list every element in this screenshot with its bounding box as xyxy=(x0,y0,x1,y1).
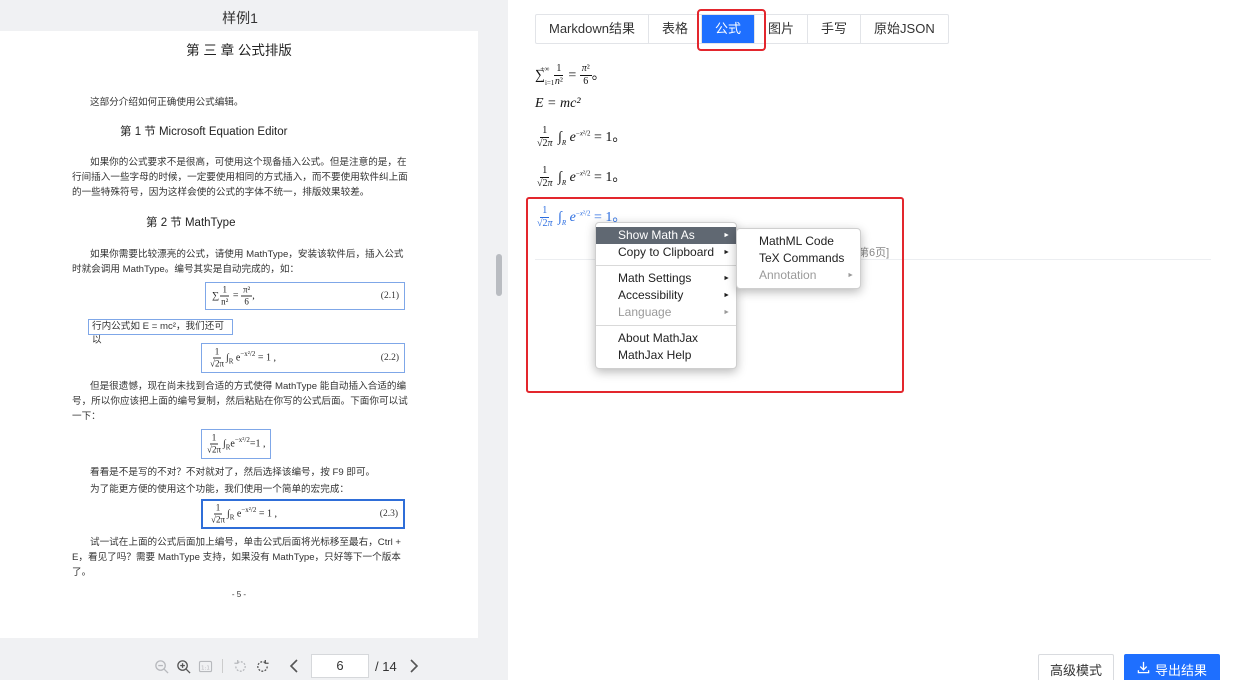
menu-item-accessibility[interactable]: Accessibility ► xyxy=(596,287,736,304)
submenu-arrow-icon: ► xyxy=(723,275,730,282)
equation-number: (2.2) xyxy=(380,353,399,363)
submenu-arrow-icon: ► xyxy=(723,249,730,256)
document-title: 样例1 xyxy=(222,10,258,26)
actual-size-icon[interactable]: 1:1 xyxy=(194,655,216,677)
page-sheet: 第 三 章 公式排版 这部分介绍如何正确使用公式编辑。 第 1 节 Micros… xyxy=(0,31,478,638)
menu-item-language[interactable]: Language ► xyxy=(596,304,736,321)
formula-3-end: = 1。 xyxy=(593,130,627,145)
submenu-arrow-icon: ► xyxy=(723,309,730,316)
menu-item-label: Language xyxy=(618,305,672,319)
menu-item-math-settings[interactable]: Math Settings ► xyxy=(596,270,736,287)
tab-raw-json[interactable]: 原始JSON xyxy=(861,15,948,43)
paragraph-4b: 为了能更方便的使用这个功能，我们使用一个简单的宏完成： xyxy=(90,484,350,495)
equation-2-3: 1 √2π ∫R e−x²/2 = 1 , xyxy=(211,502,277,525)
rotate-right-icon[interactable] xyxy=(251,655,273,677)
menu-item-label: About MathJax xyxy=(618,331,699,345)
rotate-left-icon[interactable] xyxy=(229,655,251,677)
menu-separator xyxy=(596,265,736,266)
chapter-title: 第 三 章 公式排版 xyxy=(186,43,292,58)
formula-4[interactable]: 1 √2π ∫R e−x²/2 = 1。 xyxy=(535,166,626,189)
tab-formula[interactable]: 公式 xyxy=(701,15,755,43)
formula-1[interactable]: ∑i=1+∞ 1 n² = π² 6。 xyxy=(535,64,606,87)
next-page-icon[interactable] xyxy=(403,655,425,677)
submenu-arrow-icon: ► xyxy=(723,232,730,239)
svg-text:1:1: 1:1 xyxy=(201,665,210,671)
show-math-as-submenu: MathML Code TeX Commands Annotation ► xyxy=(736,228,861,289)
submenu-item-label: MathML Code xyxy=(759,234,834,248)
equation-number: (2.1) xyxy=(380,291,399,301)
page-total: / 14 xyxy=(375,658,397,674)
zoom-out-icon[interactable] xyxy=(150,655,172,677)
section2-title: 第 2 节 MathType xyxy=(146,217,236,229)
formula-2[interactable]: E = mc² xyxy=(535,96,581,112)
intro-text: 这部分介绍如何正确使用公式编辑。 xyxy=(90,97,244,108)
paragraph-2: 如果你需要比较漂亮的公式，请使用 MathType，安装该软件后，插入公式时就会… xyxy=(72,249,404,275)
tab-image[interactable]: 图片 xyxy=(755,15,809,43)
equation-number: (2.3) xyxy=(379,509,398,519)
paragraph-4a: 看看是不是写的不对？不对就对了，然后选择该编号，按 F9 即可。 xyxy=(90,467,376,478)
equation-2-1: ∑ 1 n² = π² 6, xyxy=(212,284,255,307)
advanced-mode-button[interactable]: 高级模式 xyxy=(1038,654,1114,680)
toolbar-divider xyxy=(222,659,223,673)
menu-item-mathjax-help[interactable]: MathJax Help xyxy=(596,347,736,364)
export-results-button[interactable]: 导出结果 xyxy=(1124,654,1220,680)
export-label: 导出结果 xyxy=(1154,662,1207,678)
submenu-arrow-icon: ► xyxy=(723,292,730,299)
formula-3[interactable]: 1 √2π ∫R e−x²/2 = 1。 xyxy=(535,126,626,149)
paragraph-5: 试一试在上面的公式后面加上编号，单击公式后面将光标移至最右，Ctrl + E，看… xyxy=(72,537,401,578)
page-footer: - 5 - xyxy=(231,590,247,599)
section1-title: 第 1 节 Microsoft Equation Editor xyxy=(120,126,288,138)
prev-page-icon[interactable] xyxy=(283,655,305,677)
formula-4-end: = 1。 xyxy=(593,170,627,185)
menu-item-about-mathjax[interactable]: About MathJax xyxy=(596,330,736,347)
paragraph-1: 如果你的公式要求不是很高，可使用这个现备插入公式。但是注意的是，在行间插入一些字… xyxy=(72,157,408,198)
equation-box-2-1[interactable]: ∑ 1 n² = π² 6, (2.1) xyxy=(205,282,405,310)
equation-unnumbered: 1 √2π ∫Re−x²/2=1 , xyxy=(207,432,266,455)
equation-box-unnumbered[interactable]: 1 √2π ∫Re−x²/2=1 , xyxy=(201,429,271,459)
page-reference: 第6页] xyxy=(858,247,890,259)
tab-markdown[interactable]: Markdown结果 xyxy=(536,15,649,43)
formula-1-end: 。 xyxy=(591,68,606,83)
menu-item-show-math-as[interactable]: Show Math As ► xyxy=(596,227,736,244)
submenu-item-label: TeX Commands xyxy=(759,251,845,265)
scrollbar-thumb[interactable] xyxy=(496,254,502,296)
mathjax-context-menu: Show Math As ► Copy to Clipboard ► Math Se… xyxy=(595,222,737,369)
document-preview-pane: 样例1 第 三 章 公式排版 这部分介绍如何正确使用公式编辑。 第 1 节 Mi… xyxy=(0,0,508,680)
inline-formula-box[interactable]: 行内公式如 E = mc²，我们还可以 xyxy=(88,319,233,346)
result-tabs: Markdown结果 表格 公式 图片 手写 原始JSON xyxy=(535,14,949,44)
menu-item-label: Show Math As xyxy=(618,228,695,242)
menu-item-label: Accessibility xyxy=(618,288,684,302)
menu-item-label: Copy to Clipboard xyxy=(618,245,715,259)
paragraph-3: 但是很遗憾，现在尚未找到合适的方式使得 MathType 能自动插入合适的编号，… xyxy=(72,381,408,422)
equation-2-2: 1 √2π ∫R e−x²/2 = 1 , xyxy=(210,346,276,369)
page-number-input[interactable]: 6 xyxy=(311,654,369,678)
submenu-arrow-icon: ► xyxy=(847,272,854,279)
equation-box-2-2[interactable]: 1 √2π ∫R e−x²/2 = 1 , (2.2) xyxy=(201,343,405,373)
equation-box-2-3[interactable]: 1 √2π ∫R e−x²/2 = 1 , (2.3) xyxy=(201,499,405,529)
download-icon xyxy=(1137,661,1150,677)
menu-item-label: Math Settings xyxy=(618,271,692,285)
submenu-item-label: Annotation xyxy=(759,268,817,282)
submenu-item-mathml-code[interactable]: MathML Code xyxy=(737,233,860,250)
submenu-item-tex-commands[interactable]: TeX Commands xyxy=(737,250,860,267)
zoom-in-icon[interactable] xyxy=(172,655,194,677)
menu-item-copy-to-clipboard[interactable]: Copy to Clipboard ► xyxy=(596,244,736,261)
page-toolbar: 1:1 6 / 14 xyxy=(150,652,425,680)
tab-table[interactable]: 表格 xyxy=(649,15,702,43)
menu-separator xyxy=(596,325,736,326)
submenu-item-annotation[interactable]: Annotation ► xyxy=(737,267,860,284)
menu-item-label: MathJax Help xyxy=(618,348,692,362)
tab-handwriting[interactable]: 手写 xyxy=(808,15,862,43)
